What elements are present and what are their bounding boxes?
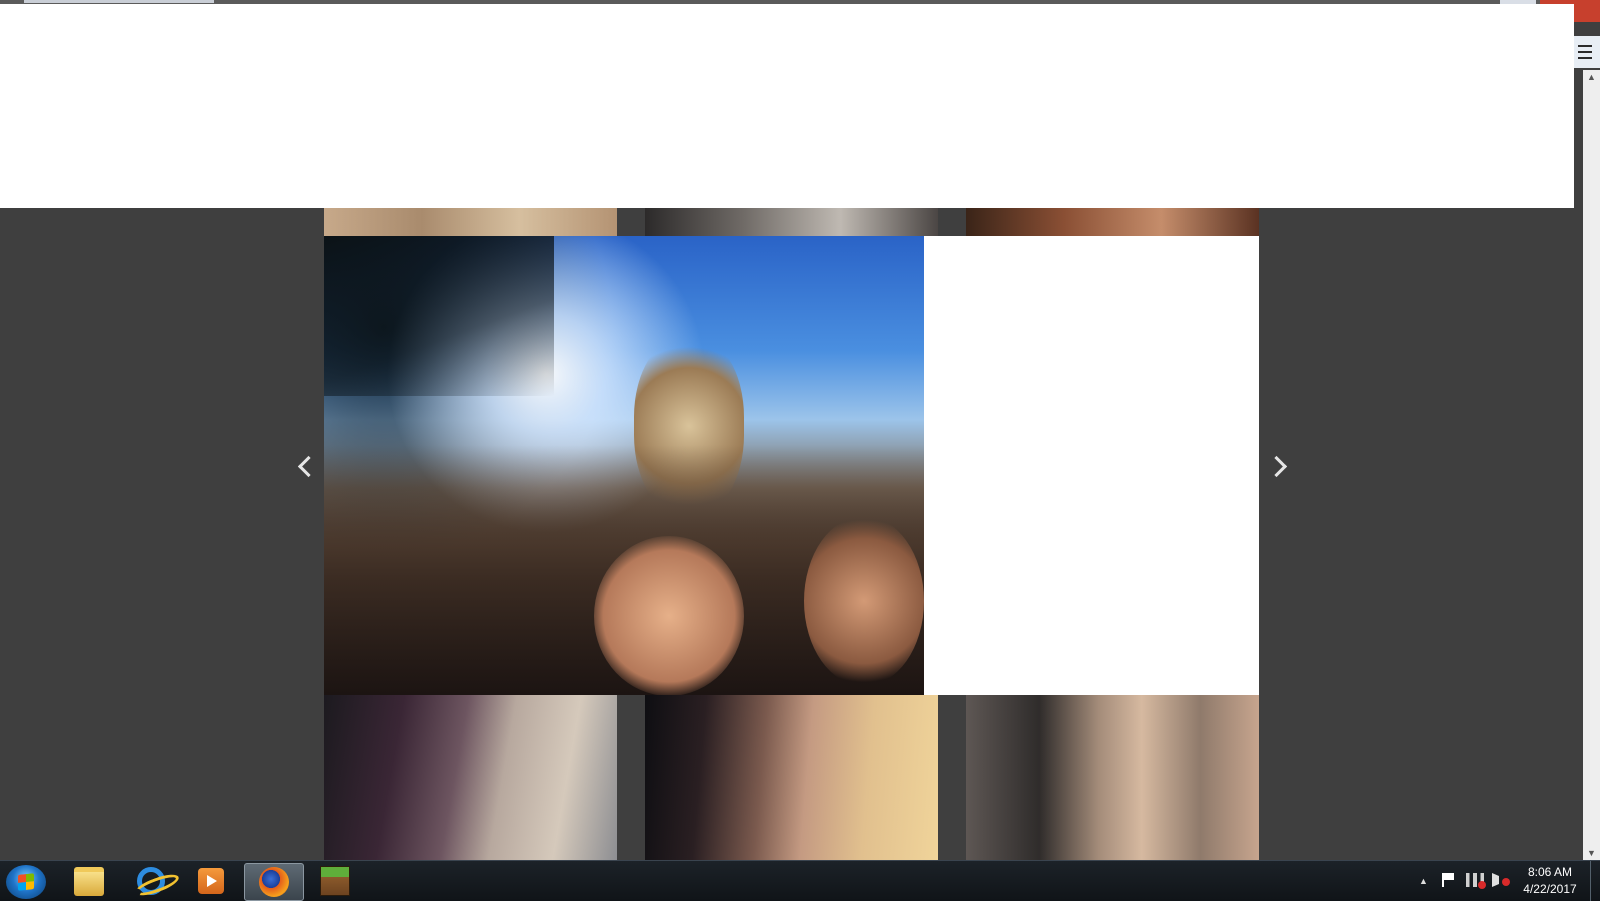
photo-tile[interactable] xyxy=(966,208,1259,236)
taskbar-app-minecraft[interactable] xyxy=(306,863,364,899)
photo-tile[interactable] xyxy=(324,695,617,860)
photo-tile[interactable] xyxy=(645,695,938,860)
photo-detail xyxy=(594,536,744,695)
volume-muted-icon[interactable] xyxy=(1492,873,1510,887)
taskbar-app-ie[interactable] xyxy=(122,863,180,899)
taskbar: ▲ 8:06 AM 4/22/2017 xyxy=(0,860,1600,901)
tray-expand-icon[interactable]: ▲ xyxy=(1419,861,1428,901)
chevron-left-icon xyxy=(297,455,319,477)
clock-time: 8:06 AM xyxy=(1527,865,1573,879)
photo-tile[interactable] xyxy=(645,208,938,236)
network-icon[interactable] xyxy=(1466,873,1486,889)
photo-detail xyxy=(804,516,924,686)
windows-start-icon xyxy=(18,873,34,891)
media-player-icon xyxy=(198,868,224,894)
system-clock[interactable]: 8:06 AM 4/22/2017 xyxy=(1514,864,1586,898)
taskbar-app-firefox[interactable] xyxy=(244,863,304,901)
photo-tile[interactable] xyxy=(324,208,617,236)
photo-shadow xyxy=(324,236,554,396)
scroll-up-button[interactable]: ▲ xyxy=(1583,70,1600,84)
taskbar-app-media-player[interactable] xyxy=(182,863,240,899)
minecraft-icon xyxy=(320,866,350,896)
action-center-flag-icon[interactable] xyxy=(1442,873,1458,887)
browser-menu-button[interactable] xyxy=(1570,36,1600,68)
firefox-icon xyxy=(259,867,289,897)
page-header-overlay xyxy=(0,4,1574,208)
hamburger-menu-icon xyxy=(1578,45,1592,59)
scroll-down-button[interactable]: ▼ xyxy=(1583,846,1600,860)
internet-explorer-icon xyxy=(137,867,165,895)
lightbox-next-button[interactable] xyxy=(1265,448,1291,484)
browser-tab-edge xyxy=(24,0,214,3)
chevron-right-icon xyxy=(1265,455,1287,477)
lightbox-prev-button[interactable] xyxy=(293,448,319,484)
taskbar-app-explorer[interactable] xyxy=(60,863,118,899)
lightbox-photo xyxy=(324,236,924,695)
lightbox-side-panel xyxy=(924,236,1259,695)
file-explorer-icon xyxy=(74,866,104,896)
page-scrollbar[interactable]: ▲ ▼ xyxy=(1583,70,1600,860)
show-desktop-button[interactable] xyxy=(1590,861,1600,901)
start-button[interactable] xyxy=(6,865,46,899)
clock-date: 4/22/2017 xyxy=(1523,882,1577,896)
photo-tile[interactable] xyxy=(966,695,1259,860)
